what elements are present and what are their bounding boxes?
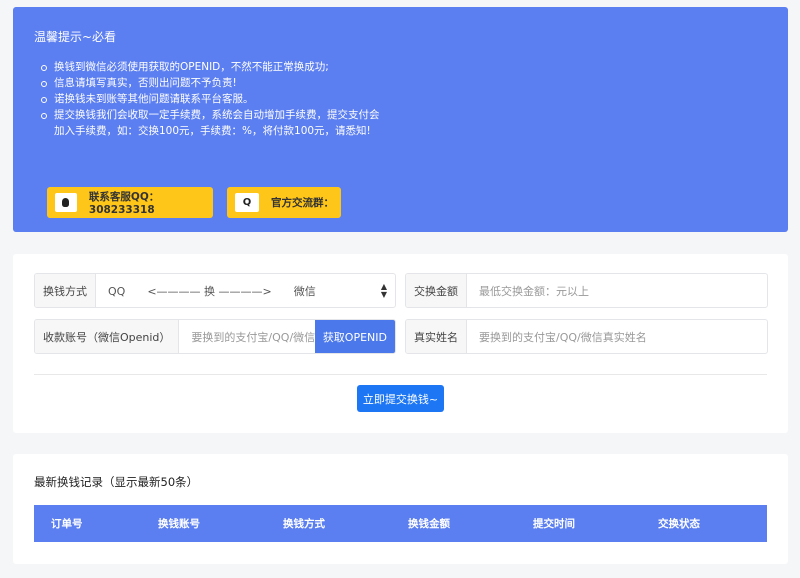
- account-input[interactable]: 要换到的支付宝/QQ/微信: [179, 329, 314, 345]
- name-input[interactable]: 要换到的支付宝/QQ/微信真实姓名: [467, 329, 767, 345]
- q-icon: Q: [235, 193, 259, 212]
- official-group-button[interactable]: Q 官方交流群：: [227, 187, 341, 218]
- divider: [34, 374, 767, 375]
- notice-item: 提交换钱我们会收取一定手续费，系统会自动增加手续费，提交支付会加入手续费，如：交…: [40, 107, 385, 139]
- notice-item: 诺换钱未到账等其他问题请联系平台客服。: [40, 91, 385, 107]
- method-select[interactable]: 换钱方式 QQ <———— 换 ————> 微信 ▲ ▼: [34, 273, 396, 308]
- amount-field[interactable]: 交换金额 最低交换金额：元以上: [405, 273, 768, 308]
- notice-item: 信息请填写真实，否则出问题不予负责!: [40, 75, 385, 91]
- notice-title: 温馨提示~必看: [34, 30, 117, 44]
- qq-icon: [55, 193, 77, 212]
- official-group-label: 官方交流群：: [271, 197, 334, 209]
- column-header: 提交时间: [533, 518, 575, 530]
- notice-item: 换钱到微信必须使用获取的OPENID，不然不能正常换成功;: [40, 59, 385, 75]
- amount-input[interactable]: 最低交换金额：元以上: [467, 283, 767, 299]
- amount-label: 交换金额: [406, 274, 467, 307]
- name-field[interactable]: 真实姓名 要换到的支付宝/QQ/微信真实姓名: [405, 319, 768, 354]
- column-header: 换钱账号: [158, 518, 200, 530]
- account-label: 收款账号（微信Openid）: [35, 320, 180, 353]
- account-field: 收款账号（微信Openid） 要换到的支付宝/QQ/微信 获取OPENID: [34, 319, 396, 354]
- column-header: 换钱方式: [283, 518, 325, 530]
- records-table-header: 订单号 换钱账号 换钱方式 换钱金额 提交时间 交换状态: [34, 505, 767, 542]
- submit-button[interactable]: 立即提交换钱~: [357, 385, 444, 412]
- notice-list: 换钱到微信必须使用获取的OPENID，不然不能正常换成功; 信息请填写真实，否则…: [40, 59, 385, 139]
- notice-panel: 温馨提示~必看 换钱到微信必须使用获取的OPENID，不然不能正常换成功; 信息…: [13, 7, 788, 232]
- column-header: 订单号: [51, 518, 83, 530]
- column-header: 交换状态: [658, 518, 700, 530]
- get-openid-button[interactable]: 获取OPENID: [314, 320, 395, 353]
- contact-qq-button[interactable]: 联系客服QQ：308233318: [47, 187, 213, 218]
- contact-qq-label: 联系客服QQ：308233318: [88, 191, 160, 216]
- records-panel: 最新换钱记录（显示最新50条） 订单号 换钱账号 换钱方式 换钱金额 提交时间 …: [13, 454, 788, 564]
- method-value: QQ <———— 换 ————> 微信: [108, 284, 316, 298]
- column-header: 换钱金额: [408, 518, 450, 530]
- method-label: 换钱方式: [35, 274, 96, 307]
- name-label: 真实姓名: [406, 320, 467, 353]
- select-arrows-icon: ▲ ▼: [380, 281, 387, 299]
- records-title: 最新换钱记录（显示最新50条）: [34, 475, 199, 489]
